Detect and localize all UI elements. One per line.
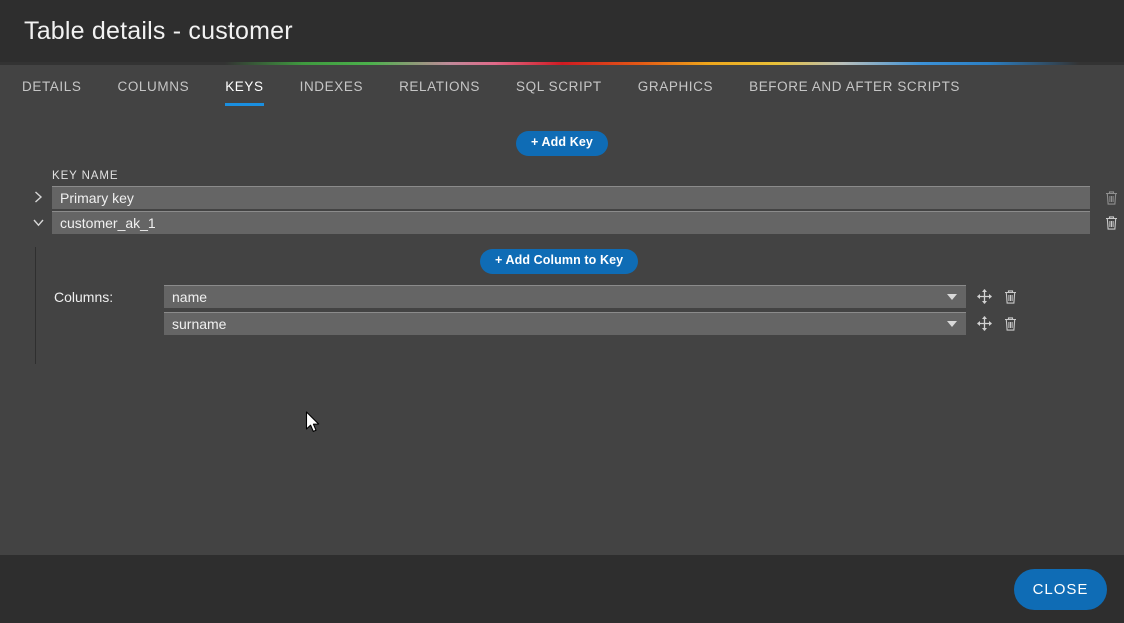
caret-down-icon[interactable] — [947, 293, 957, 300]
table-row: customer_ak_1 — [0, 210, 1124, 234]
dialog-titlebar: Table details - customer — [0, 0, 1124, 62]
tab-before-and-after-scripts[interactable]: BEFORE AND AFTER SCRIPTS — [749, 79, 960, 106]
key-name-column-header: KEY NAME — [52, 169, 119, 182]
tab-keys[interactable]: KEYS — [225, 79, 265, 106]
tab-sql-script[interactable]: SQL SCRIPT — [516, 79, 602, 106]
add-column-row: + Add Column to Key — [36, 247, 1124, 274]
add-key-row: + Add Key — [0, 112, 1124, 156]
tab-bar: DETAILS COLUMNS KEYS INDEXES RELATIONS S… — [0, 65, 1124, 112]
column-row-actions — [971, 312, 1023, 335]
chevron-right-icon[interactable] — [28, 187, 48, 207]
group-indent-line — [35, 246, 36, 364]
move-arrows-icon[interactable] — [971, 312, 997, 335]
tab-details[interactable]: DETAILS — [22, 79, 81, 106]
trash-icon[interactable] — [997, 285, 1023, 308]
key-name-input-primary-key[interactable]: Primary key — [52, 185, 1090, 209]
trash-icon[interactable] — [997, 312, 1023, 335]
expanded-key-group: + Add Column to Key Columns: name surnam… — [0, 246, 1124, 364]
close-button[interactable]: CLOSE — [1014, 568, 1107, 610]
column-row-actions — [971, 285, 1023, 308]
column-select-name[interactable]: name — [164, 284, 966, 308]
key-columns-list: name surname — [164, 284, 1124, 339]
key-name-input-customer-ak-1[interactable]: customer_ak_1 — [52, 210, 1090, 234]
dialog-footer: CLOSE — [0, 555, 1124, 623]
keys-panel: + Add Key KEY NAME Primary key customer_… — [0, 112, 1124, 605]
columns-label: Columns: — [54, 288, 114, 305]
move-arrows-icon[interactable] — [971, 285, 997, 308]
column-select-value: name — [172, 288, 208, 305]
add-column-to-key-button[interactable]: + Add Column to Key — [480, 248, 639, 274]
add-key-button[interactable]: + Add Key — [516, 131, 608, 156]
trash-icon[interactable] — [1098, 211, 1124, 234]
column-select-value: surname — [172, 315, 227, 332]
page-title: Table details - customer — [24, 16, 293, 45]
tab-relations[interactable]: RELATIONS — [399, 79, 480, 106]
table-row: Primary key — [0, 185, 1124, 209]
tab-graphics[interactable]: GRAPHICS — [638, 79, 713, 106]
tab-indexes[interactable]: INDEXES — [300, 79, 363, 106]
list-item: name — [164, 284, 1124, 308]
column-select-surname[interactable]: surname — [164, 311, 966, 335]
tab-columns[interactable]: COLUMNS — [117, 79, 189, 106]
chevron-down-icon[interactable] — [28, 212, 48, 232]
caret-down-icon[interactable] — [947, 320, 957, 327]
trash-icon[interactable] — [1098, 186, 1124, 209]
list-item: surname — [164, 311, 1124, 335]
columns-block: Columns: name surname — [36, 274, 1124, 339]
